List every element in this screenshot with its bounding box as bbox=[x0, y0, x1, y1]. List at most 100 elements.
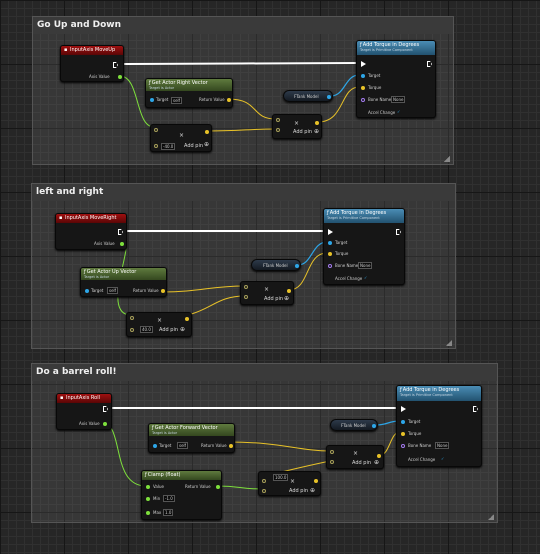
target-value[interactable]: self bbox=[171, 97, 183, 104]
add-torque-node[interactable]: ƒAdd Torque in Degrees Target is Primiti… bbox=[356, 40, 436, 118]
target-value[interactable]: self bbox=[107, 287, 119, 294]
vector-in-pin[interactable] bbox=[130, 316, 134, 320]
exec-out-pin[interactable] bbox=[113, 62, 118, 68]
multiplier-value[interactable]: -40.0 bbox=[161, 143, 176, 150]
vector-wire bbox=[206, 128, 277, 132]
target-in-pin[interactable] bbox=[401, 420, 405, 424]
add-pin-icon[interactable]: ⊕ bbox=[314, 128, 319, 135]
accel-change-checkbox[interactable]: ✓ bbox=[441, 456, 444, 461]
exec-out-pin[interactable] bbox=[103, 406, 108, 412]
variable-node[interactable]: FTank Model bbox=[283, 90, 333, 102]
vector-out-pin[interactable] bbox=[185, 317, 189, 321]
vector-in-pin[interactable] bbox=[262, 479, 266, 483]
target-value[interactable]: self bbox=[177, 442, 189, 449]
add-pin-label[interactable]: Add pin bbox=[184, 143, 203, 149]
exec-out-pin[interactable] bbox=[427, 61, 432, 67]
add-torque-node[interactable]: ƒAdd Torque in Degrees Target is Primiti… bbox=[323, 208, 405, 285]
add-pin-label[interactable]: Add pin bbox=[293, 129, 312, 135]
exec-wire bbox=[116, 62, 362, 65]
vector-in-pin[interactable] bbox=[330, 460, 334, 464]
exec-in-pin[interactable] bbox=[401, 406, 406, 412]
vector-out-pin[interactable] bbox=[377, 454, 381, 458]
float-out-pin[interactable] bbox=[103, 422, 107, 426]
add-pin-label[interactable]: Add pin bbox=[352, 460, 371, 466]
get-vector-node[interactable]: ƒGet Actor Right Vector Target is Actor … bbox=[145, 78, 233, 108]
add-pin-label[interactable]: Add pin bbox=[159, 327, 178, 333]
vector-out-pin[interactable] bbox=[229, 444, 233, 448]
add-node[interactable]: × Add pin ⊕ bbox=[326, 445, 384, 469]
variable-node[interactable]: FTank Model bbox=[251, 259, 301, 271]
exec-out-pin[interactable] bbox=[473, 406, 478, 412]
vector-out-pin[interactable] bbox=[161, 289, 165, 293]
float-in-pin[interactable] bbox=[154, 144, 158, 148]
add-pin-icon[interactable]: ⊕ bbox=[374, 459, 379, 466]
vector-in-pin[interactable] bbox=[276, 128, 280, 132]
variable-node[interactable]: FTank Model bbox=[330, 419, 378, 431]
vector-out-pin[interactable] bbox=[315, 121, 319, 125]
vector-in-pin[interactable] bbox=[244, 285, 248, 289]
max-in-pin[interactable] bbox=[146, 511, 150, 515]
add-pin-icon[interactable]: ⊕ bbox=[284, 295, 289, 302]
exec-out-pin[interactable] bbox=[118, 229, 123, 235]
min-value[interactable]: -1.0 bbox=[163, 495, 175, 502]
torque-in-pin[interactable] bbox=[328, 252, 332, 256]
add-pin-icon[interactable]: ⊕ bbox=[180, 326, 185, 333]
bone-name-value[interactable]: None bbox=[358, 262, 373, 269]
target-in-pin[interactable] bbox=[85, 289, 89, 293]
multiply-node[interactable]: × -40.0 Add pin ⊕ bbox=[150, 124, 212, 152]
target-in-pin[interactable] bbox=[150, 98, 154, 102]
add-torque-node[interactable]: ƒAdd Torque in Degrees Target is Primiti… bbox=[396, 385, 482, 467]
exec-in-pin[interactable] bbox=[361, 61, 366, 67]
get-vector-node[interactable]: ƒGet Actor Up Vector Target is Actor Tar… bbox=[80, 267, 167, 297]
multiply-symbol: × bbox=[157, 317, 163, 324]
vector-out-pin[interactable] bbox=[205, 130, 209, 134]
vector-out-pin[interactable] bbox=[314, 479, 318, 483]
bone-name-value[interactable]: None bbox=[435, 442, 450, 449]
torque-in-pin[interactable] bbox=[361, 86, 365, 90]
multiply-node[interactable]: 100.0 × Add pin ⊕ bbox=[258, 471, 321, 496]
float-out-pin[interactable] bbox=[216, 485, 220, 489]
float-out-pin[interactable] bbox=[120, 242, 124, 246]
clamp-node[interactable]: ƒClamp (float) Value Return Value Min -1… bbox=[141, 470, 222, 520]
max-value[interactable]: 1.0 bbox=[163, 509, 174, 516]
vector-out-pin[interactable] bbox=[287, 289, 291, 293]
multiplier-value[interactable]: 100.0 bbox=[273, 474, 289, 481]
vector-in-pin[interactable] bbox=[276, 118, 280, 122]
bone-name-pin[interactable] bbox=[328, 264, 332, 268]
torque-in-pin[interactable] bbox=[401, 432, 405, 436]
bone-name-pin[interactable] bbox=[361, 98, 365, 102]
get-vector-node[interactable]: ƒGet Actor Forward Vector Target is Acto… bbox=[148, 423, 235, 453]
bone-name-pin[interactable] bbox=[401, 444, 405, 448]
object-out-pin[interactable] bbox=[327, 95, 331, 99]
vector-in-pin[interactable] bbox=[154, 128, 158, 132]
add-pin-label[interactable]: Add pin bbox=[289, 488, 308, 494]
float-in-pin[interactable] bbox=[262, 489, 266, 493]
exec-in-pin[interactable] bbox=[328, 229, 333, 235]
target-in-pin[interactable] bbox=[361, 74, 365, 78]
object-out-pin[interactable] bbox=[372, 424, 376, 428]
vector-in-pin[interactable] bbox=[330, 450, 334, 454]
add-node[interactable]: × Add pin ⊕ bbox=[272, 114, 322, 139]
min-in-pin[interactable] bbox=[146, 497, 150, 501]
multiplier-value[interactable]: 40.0 bbox=[140, 326, 153, 333]
multiply-node[interactable]: × 40.0 Add pin ⊕ bbox=[126, 312, 192, 337]
add-pin-label[interactable]: Add pin bbox=[264, 296, 283, 302]
accel-change-checkbox[interactable]: ✓ bbox=[364, 275, 367, 280]
vector-out-pin[interactable] bbox=[227, 98, 231, 102]
add-pin-icon[interactable]: ⊕ bbox=[310, 487, 315, 494]
input-axis-node[interactable]: ▪ InputAxis Roll Axis Value bbox=[56, 393, 112, 430]
float-out-pin[interactable] bbox=[118, 75, 122, 79]
bone-name-value[interactable]: None bbox=[391, 96, 406, 103]
input-axis-node[interactable]: ▪ InputAxis MoveUp Axis Value bbox=[60, 45, 124, 82]
object-out-pin[interactable] bbox=[295, 264, 299, 268]
target-in-pin[interactable] bbox=[328, 241, 332, 245]
target-in-pin[interactable] bbox=[153, 444, 157, 448]
add-node[interactable]: × Add pin ⊕ bbox=[240, 281, 294, 305]
accel-change-checkbox[interactable]: ✓ bbox=[397, 109, 400, 114]
exec-out-pin[interactable] bbox=[396, 229, 401, 235]
input-axis-node[interactable]: ▪ InputAxis MoveRight Axis Value bbox=[55, 213, 127, 250]
value-in-pin[interactable] bbox=[146, 485, 150, 489]
vector-in-pin[interactable] bbox=[244, 295, 248, 299]
float-in-pin[interactable] bbox=[130, 328, 134, 332]
add-pin-icon[interactable]: ⊕ bbox=[204, 141, 209, 148]
